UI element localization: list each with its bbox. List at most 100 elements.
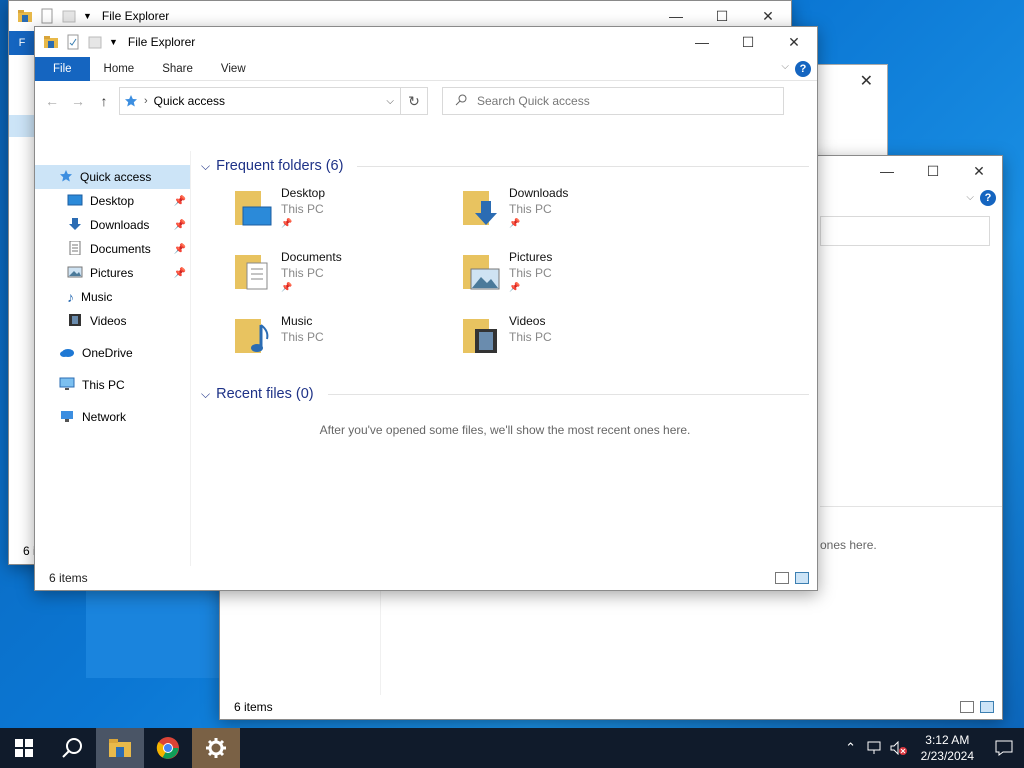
taskbar-chrome[interactable] (144, 728, 192, 768)
tab-home[interactable]: Home (90, 57, 149, 81)
up-button[interactable]: ↑ (93, 90, 115, 112)
file-explorer-icon (109, 739, 131, 757)
chevron-up-icon[interactable]: ⌃ (839, 740, 863, 756)
details-view-icon[interactable] (775, 572, 789, 584)
tab-view[interactable]: View (207, 57, 260, 81)
details-view-icon[interactable] (960, 701, 974, 713)
new-folder-icon[interactable] (87, 34, 103, 50)
onedrive-icon (59, 346, 75, 361)
nav-item-documents[interactable]: Documents 📌 (35, 237, 190, 261)
qat-dropdown-icon[interactable]: ▼ (109, 37, 118, 47)
downloads-icon (67, 217, 83, 234)
close-icon[interactable]: ✕ (860, 71, 873, 91)
pin-icon[interactable]: 📌 (174, 196, 186, 207)
nav-item-music[interactable]: ♪ Music (35, 285, 190, 309)
nav-item-quick-access[interactable]: Quick access (35, 165, 190, 189)
pin-icon[interactable]: 📌 (174, 268, 186, 279)
nav-item-onedrive[interactable]: OneDrive (35, 341, 190, 365)
minimize-button[interactable]: — (679, 27, 725, 57)
address-row: ← → ↑ › Quick access ⌵ ↻ Search Quick ac… (35, 81, 817, 121)
clock[interactable]: 3:12 AM 2/23/2024 (911, 732, 984, 764)
search-input[interactable]: Search Quick access (442, 87, 784, 115)
frequent-folders-grid: Desktop This PC 📌 Downloads This PC 📌 Docume… (201, 185, 809, 363)
navigation-pane: Quick access Desktop 📌 Downloads 📌 Docum… (35, 151, 191, 566)
qat-dropdown-icon[interactable]: ▼ (83, 11, 92, 21)
taskbar-file-explorer[interactable] (96, 728, 144, 768)
file-explorer-window[interactable]: ▼ File Explorer — ☐ ✕ File Home Share Vi… (34, 26, 818, 591)
folder-tile-desktop[interactable]: Desktop This PC 📌 (233, 185, 461, 235)
folder-icon (17, 8, 33, 24)
desktop-folder-icon (233, 185, 273, 231)
minimize-button[interactable]: — (864, 156, 910, 186)
properties-icon[interactable] (65, 34, 81, 50)
recent-files-header[interactable]: ⌵ Recent files (0) (201, 379, 809, 409)
music-icon: ♪ (67, 289, 74, 305)
back-window-small[interactable]: ✕ (810, 64, 888, 158)
properties-icon[interactable] (39, 8, 55, 24)
address-dropdown-icon[interactable]: ⌵ (386, 96, 394, 107)
pin-icon[interactable]: 📌 (174, 244, 186, 255)
chevron-down-icon[interactable]: ⌵ (781, 61, 789, 72)
music-folder-icon (233, 313, 273, 359)
folder-tile-music[interactable]: Music This PC (233, 313, 461, 363)
back-window-1-nav-selection (9, 115, 35, 137)
start-button[interactable] (0, 728, 48, 768)
tab-share[interactable]: Share (148, 57, 207, 81)
search-button[interactable] (48, 728, 96, 768)
help-icon[interactable]: ? (980, 190, 996, 206)
maximize-button[interactable]: ☐ (725, 27, 771, 57)
chevron-down-icon[interactable]: ⌵ (201, 159, 210, 174)
new-folder-icon[interactable] (61, 8, 77, 24)
window-title: File Explorer (127, 35, 196, 49)
address-bar[interactable]: › Quick access ⌵ (119, 87, 401, 115)
large-icons-view-icon[interactable] (795, 572, 809, 584)
documents-icon (67, 240, 83, 258)
nav-item-videos[interactable]: Videos (35, 309, 190, 333)
nav-label: Desktop (90, 194, 135, 208)
breadcrumb-quick-access[interactable]: Quick access (154, 94, 225, 108)
pictures-icon (67, 265, 83, 282)
search-icon (62, 738, 82, 758)
videos-folder-icon (461, 313, 501, 359)
network-status-icon[interactable] (863, 741, 887, 755)
tile-name: Documents (281, 250, 342, 264)
help-icon[interactable]: ? (795, 61, 811, 77)
folder-tile-videos[interactable]: Videos This PC (461, 313, 689, 363)
status-text: 6 items (234, 700, 273, 714)
close-button[interactable]: ✕ (956, 156, 1002, 186)
folder-tile-pictures[interactable]: Pictures This PC 📌 (461, 249, 689, 299)
chevron-down-icon[interactable]: ⌵ (201, 387, 210, 402)
back-button[interactable]: ← (41, 90, 63, 112)
nav-item-this-pc[interactable]: This PC (35, 373, 190, 397)
windows-logo-icon (15, 739, 33, 757)
nav-item-pictures[interactable]: Pictures 📌 (35, 261, 190, 285)
search-input[interactable] (820, 216, 990, 246)
forward-button[interactable]: → (67, 90, 89, 112)
tile-location: This PC (509, 266, 552, 280)
desktop-background-shape (86, 590, 220, 678)
maximize-button[interactable]: ☐ (910, 156, 956, 186)
pin-icon[interactable]: 📌 (174, 220, 186, 231)
nav-label: Quick access (80, 170, 152, 184)
nav-item-desktop[interactable]: Desktop 📌 (35, 189, 190, 213)
taskbar-settings[interactable] (192, 728, 240, 768)
nav-item-downloads[interactable]: Downloads 📌 (35, 213, 190, 237)
close-button[interactable]: ✕ (771, 27, 817, 57)
folder-tile-downloads[interactable]: Downloads This PC 📌 (461, 185, 689, 235)
folder-tile-documents[interactable]: Documents This PC 📌 (233, 249, 461, 299)
nav-item-network[interactable]: Network (35, 405, 190, 429)
back-window-1-file-tab[interactable]: F (9, 31, 35, 55)
divider (357, 165, 809, 167)
notifications-button[interactable] (984, 740, 1024, 756)
gear-icon (206, 738, 226, 758)
frequent-folders-heading: Frequent folders (6) (216, 158, 344, 174)
frequent-folders-header[interactable]: ⌵ Frequent folders (6) (201, 151, 809, 181)
volume-muted-icon[interactable] (887, 741, 911, 755)
divider (327, 393, 809, 395)
titlebar[interactable]: ▼ File Explorer — ☐ ✕ (35, 27, 817, 57)
large-icons-view-icon[interactable] (980, 701, 994, 713)
nav-label: Music (81, 290, 113, 304)
chevron-down-icon[interactable]: ⌵ (966, 192, 974, 203)
refresh-button[interactable]: ↻ (400, 87, 428, 115)
tab-file[interactable]: File (35, 56, 90, 81)
